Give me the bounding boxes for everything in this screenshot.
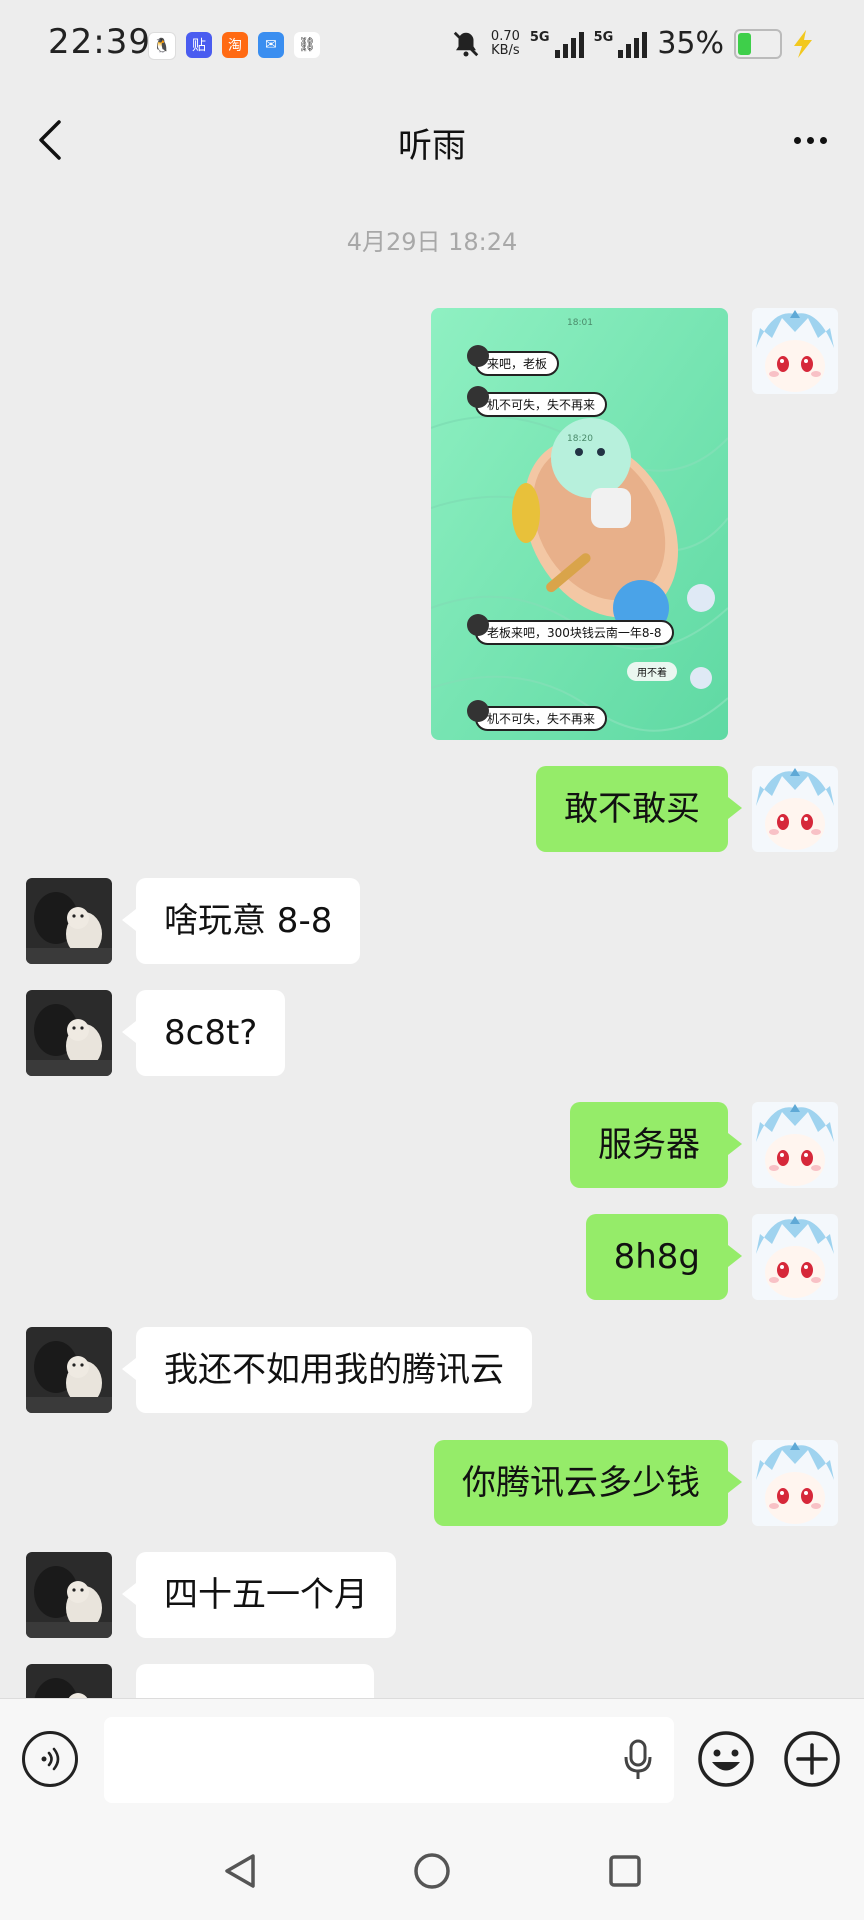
self-avatar[interactable] — [752, 1440, 838, 1526]
taobao-icon: 淘 — [222, 32, 248, 58]
link-icon: ⛓ — [294, 32, 320, 58]
incoming-message-bubble[interactable]: 8c8t? — [121, 990, 286, 1076]
outgoing-message-bubble[interactable]: 敢不敢买 — [536, 766, 742, 852]
outgoing-message-bubble[interactable]: 你腾讯云多少钱 — [434, 1440, 742, 1526]
mic-button[interactable] — [620, 1737, 656, 1783]
friend-avatar[interactable] — [26, 990, 112, 1076]
signal-sim1-icon: 5G — [530, 30, 584, 58]
image-chip-text: 来吧，老板 — [487, 357, 548, 371]
signal-sim2-icon: 5G — [594, 30, 648, 58]
image-chip-5: 机不可失，失不再来 — [467, 700, 608, 731]
image-chip-text: 老板来吧，300块钱云南一年8-8 — [487, 626, 662, 640]
voice-toggle-icon — [41, 1747, 60, 1771]
friend-avatar[interactable] — [26, 1664, 112, 1698]
message-input[interactable] — [104, 1717, 674, 1803]
more-dots-icon — [793, 136, 801, 144]
image-time-2: 18:20 — [567, 434, 593, 444]
self-avatar[interactable] — [752, 308, 838, 394]
charging-bolt-icon — [794, 29, 812, 58]
incoming-message-bubble[interactable] — [136, 1664, 374, 1698]
image-chip-2: 机不可失，失不再来 — [467, 386, 608, 417]
nav-recents-icon — [609, 1855, 641, 1887]
net-speed-unit: KB/s — [491, 42, 520, 58]
plus-icon — [784, 1731, 840, 1787]
sim1-label: 5G — [529, 29, 550, 45]
tieba-icon: 贴 — [186, 32, 212, 58]
net-speed-value: 0.70 — [490, 28, 520, 44]
battery-percent: 35% — [657, 26, 724, 61]
more-button[interactable] — [784, 118, 836, 162]
net-speed: 0.70 KB/s — [490, 28, 520, 58]
image-chip-3: 老板来吧，300块钱云南一年8-8 — [467, 614, 674, 645]
image-message[interactable]: 18:01 18:20 来吧，老板 机不可失，失不再来 老板来吧，300块钱云南… — [431, 308, 728, 740]
image-chip-1: 来吧，老板 — [467, 345, 560, 376]
image-chip-text: 机不可失，失不再来 — [487, 398, 596, 412]
sim2-label: 5G — [593, 29, 614, 45]
friend-avatar[interactable] — [26, 1327, 112, 1413]
battery-icon — [734, 28, 782, 59]
self-avatar[interactable] — [752, 1214, 838, 1300]
self-avatar[interactable] — [752, 1102, 838, 1188]
nav-home-icon — [414, 1853, 450, 1889]
emoji-button[interactable] — [696, 1729, 756, 1789]
status-right: 0.70 KB/s 5G 5G 35% — [451, 26, 814, 61]
incoming-message-bubble[interactable]: 四十五一个月 — [122, 1552, 396, 1638]
friend-avatar[interactable] — [26, 878, 112, 964]
emoji-icon — [698, 1731, 754, 1787]
image-chip-4: 用不着 — [627, 662, 677, 681]
system-navigation — [0, 1822, 864, 1920]
status-time: 22:39 — [48, 22, 151, 62]
image-chip-text: 机不可失，失不再来 — [487, 712, 596, 726]
outgoing-message-bubble[interactable]: 服务器 — [570, 1102, 742, 1188]
image-time-1: 18:01 — [567, 318, 593, 328]
self-avatar[interactable] — [752, 766, 838, 852]
input-bar — [0, 1698, 864, 1823]
voice-toggle-button[interactable] — [22, 1731, 78, 1787]
incoming-message-bubble[interactable]: 啥玩意 8-8 — [121, 878, 361, 964]
message-icon: ✉ — [258, 32, 284, 58]
plus-button[interactable] — [782, 1729, 842, 1789]
chat-title: 听雨 — [398, 126, 466, 166]
microphone-icon — [624, 1739, 652, 1779]
nav-home-button[interactable] — [407, 1846, 457, 1896]
chat-timestamp: 4月29日 18:24 — [346, 228, 518, 256]
meme-image — [431, 308, 728, 740]
outgoing-message-bubble[interactable]: 8h8g — [585, 1214, 743, 1300]
friend-avatar[interactable] — [26, 1552, 112, 1638]
chat-header: 听雨 — [0, 92, 864, 192]
notification-icons: 🐧 贴 淘 ✉ ⛓ — [148, 32, 320, 60]
nav-back-button[interactable] — [215, 1846, 265, 1896]
qq-penguin-icon: 🐧 — [148, 32, 176, 60]
partial-message-row — [0, 1664, 864, 1698]
incoming-message-bubble[interactable]: 我还不如用我的腾讯云 — [122, 1327, 532, 1413]
nav-back-icon — [225, 1854, 255, 1888]
image-chip-text: 用不着 — [637, 668, 667, 679]
status-bar: 22:39 🐧 贴 淘 ✉ ⛓ 0.70 KB/s 5G 5G 35% — [0, 0, 864, 92]
nav-recents-button[interactable] — [600, 1846, 650, 1896]
mute-bell-icon — [453, 31, 479, 56]
